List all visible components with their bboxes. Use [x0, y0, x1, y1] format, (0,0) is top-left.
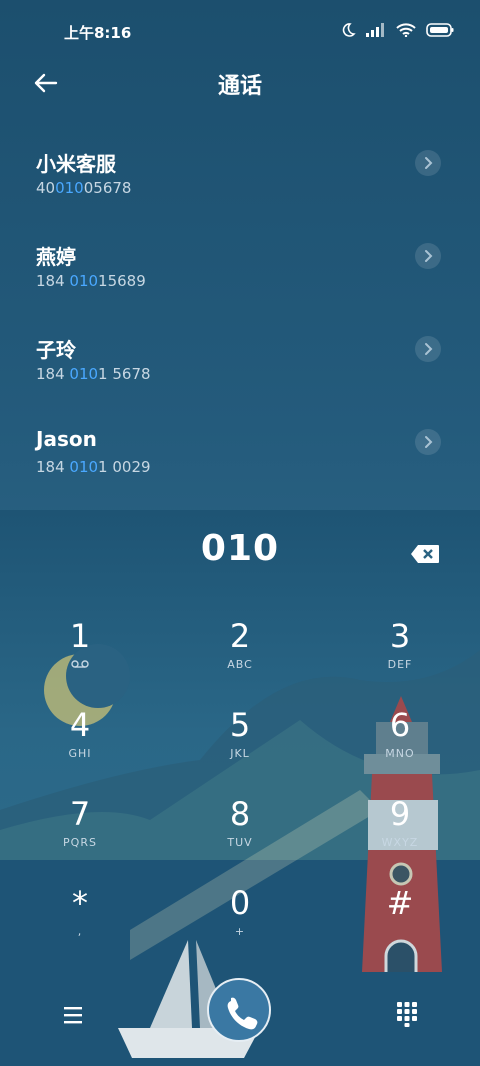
chevron-right-icon[interactable] [415, 429, 441, 455]
status-time: 上午8:16 [64, 24, 132, 42]
dial-key-7[interactable]: 7 PQRS [0, 796, 160, 885]
do-not-disturb-moon-icon [342, 23, 356, 37]
list-item[interactable]: 子玲 184 0101 5678 [0, 316, 480, 409]
dial-key-5[interactable]: 5 JKL [160, 707, 320, 796]
dialed-number-display: 010 [200, 528, 280, 569]
contact-number: 184 0101 5678 [36, 365, 151, 383]
backspace-icon[interactable] [410, 544, 440, 564]
dialpad-toggle-icon[interactable] [392, 998, 422, 1028]
dial-key-8[interactable]: 8 TUV [160, 796, 320, 885]
chevron-right-icon[interactable] [415, 336, 441, 362]
signal-icon [366, 23, 384, 37]
contact-number: 184 0101 0029 [36, 458, 151, 476]
wifi-icon [396, 23, 416, 37]
contact-name: 燕婷 [36, 245, 76, 269]
dial-key-9[interactable]: 9 WXYZ [320, 796, 480, 885]
contact-number: 4001005678 [36, 179, 132, 197]
menu-icon[interactable] [58, 1000, 88, 1030]
chevron-right-icon[interactable] [415, 150, 441, 176]
contact-name: 子玲 [36, 338, 76, 362]
dial-key-3[interactable]: 3 DEF [320, 618, 480, 707]
list-item[interactable]: 小米客服 4001005678 [0, 130, 480, 223]
dial-key-1[interactable]: 1 [0, 618, 160, 707]
dial-key-0[interactable]: 0 + [160, 885, 320, 974]
dial-key-hash[interactable]: # [320, 885, 480, 974]
search-results-list: 小米客服 4001005678 燕婷 184 01015689 子玲 184 0… [0, 130, 480, 502]
contact-name: 小米客服 [36, 152, 116, 176]
dialer-bottom-bar [0, 978, 480, 1064]
page-title: 通话 [217, 74, 262, 99]
dial-pad-panel: 010 1 2 ABC 3 DEF 4 GHI 5 JKL 6 MNO 7 PQRS 8 TU… [0, 510, 480, 1066]
chevron-right-icon[interactable] [415, 243, 441, 269]
status-icons [340, 22, 454, 38]
header: 通话 [0, 62, 480, 106]
dial-key-6[interactable]: 6 MNO [320, 707, 480, 796]
voicemail-icon [71, 660, 89, 668]
status-bar: 上午8:16 [0, 0, 480, 62]
battery-icon [426, 23, 454, 37]
contact-number: 184 01015689 [36, 272, 146, 290]
dial-key-star[interactable]: *, [0, 885, 160, 974]
phone-icon [227, 997, 258, 1030]
call-button[interactable] [207, 978, 271, 1042]
dial-key-2[interactable]: 2 ABC [160, 618, 320, 707]
list-item[interactable]: 燕婷 184 01015689 [0, 223, 480, 316]
contact-name: Jason [36, 427, 97, 451]
dial-key-4[interactable]: 4 GHI [0, 707, 160, 796]
list-item[interactable]: Jason 184 0101 0029 [0, 409, 480, 502]
